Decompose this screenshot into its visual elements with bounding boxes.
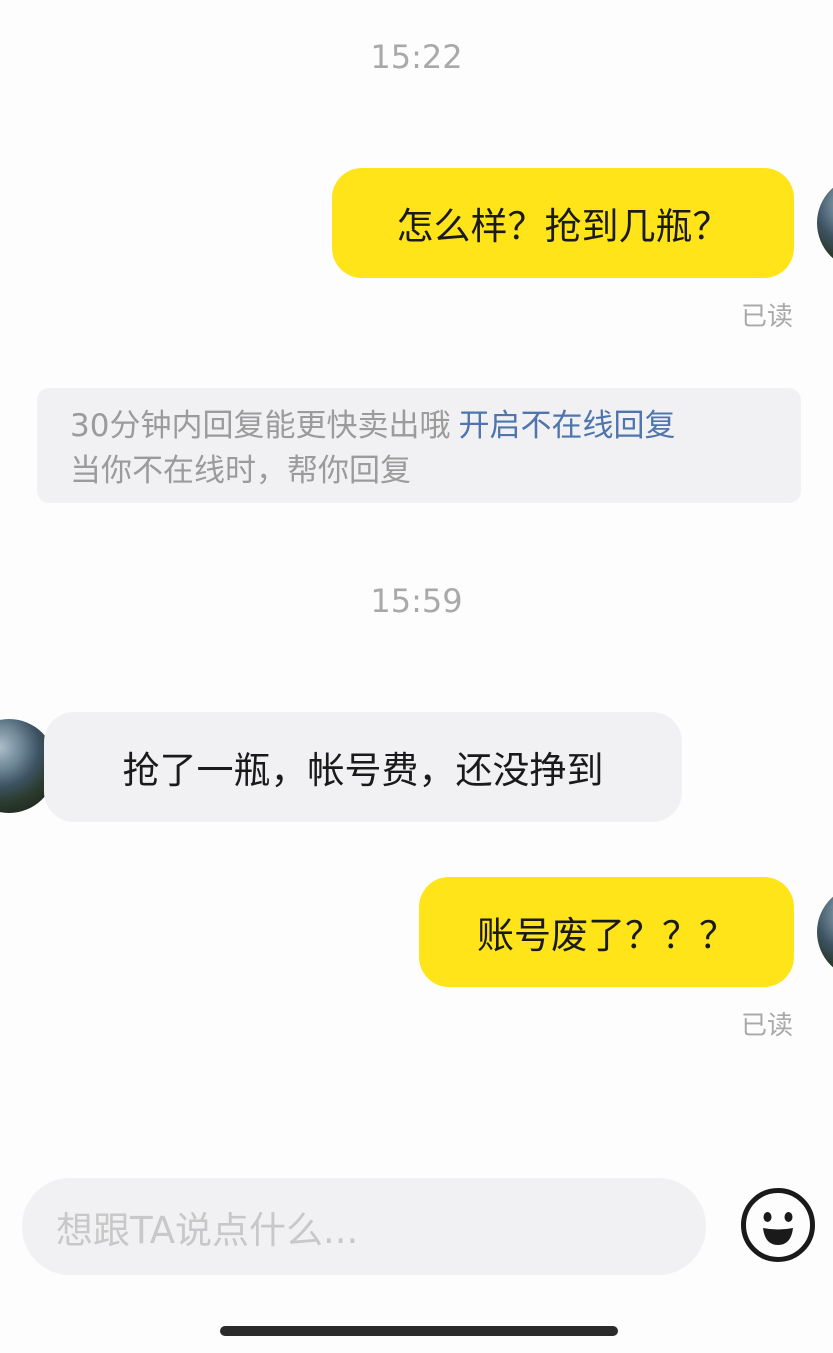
auto-reply-notice: 30分钟内回复能更快卖出哦 开启不在线回复 当你不在线时，帮你回复 <box>37 388 801 503</box>
enable-offline-reply-link[interactable]: 开启不在线回复 <box>458 408 675 444</box>
read-receipt: 已读 <box>740 302 793 332</box>
notice-text: 30分钟内回复能更快卖出哦 <box>70 408 451 444</box>
message-input-placeholder: 想跟TA说点什么... <box>56 1208 359 1252</box>
message-bubble-received[interactable]: 抢了一瓶，帐号费，还没挣到 <box>44 712 682 822</box>
home-indicator <box>220 1326 618 1336</box>
my-avatar[interactable] <box>817 176 833 270</box>
timestamp: 15:59 <box>370 582 463 620</box>
read-receipt: 已读 <box>740 1011 793 1041</box>
smiley-face-icon[interactable] <box>740 1187 816 1263</box>
notice-subtext: 当你不在线时，帮你回复 <box>70 453 411 489</box>
timestamp: 15:22 <box>370 38 463 76</box>
message-bubble-sent[interactable]: 怎么样？抢到几瓶？ <box>332 168 794 278</box>
message-input[interactable]: 想跟TA说点什么... <box>22 1178 706 1275</box>
my-avatar[interactable] <box>817 885 833 979</box>
message-bubble-sent[interactable]: 账号废了？？？ <box>419 877 794 987</box>
